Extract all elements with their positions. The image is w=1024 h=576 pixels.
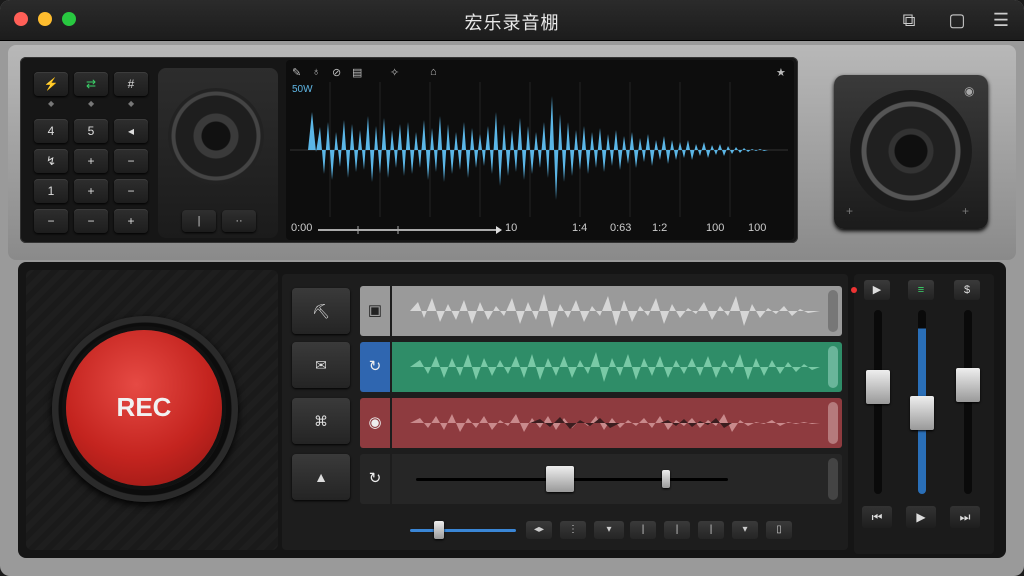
track-loop-button[interactable]: ↻ — [360, 454, 390, 504]
rewind-button[interactable]: ◂▸ — [526, 521, 552, 539]
indicator-icon: ◆ — [48, 99, 55, 108]
keypad-key[interactable]: + — [74, 149, 108, 173]
indicator-icon: ◆ — [88, 99, 95, 108]
timeline-tick-label: 1:4 — [572, 222, 588, 234]
track-scroll-handle[interactable] — [828, 402, 838, 444]
mixer-dollar-button[interactable]: $ — [954, 280, 980, 300]
track-waveform — [410, 352, 820, 382]
waveform-label: 50W — [292, 84, 313, 95]
window-title: 宏乐录音棚 — [464, 13, 560, 33]
track-waveform — [410, 414, 820, 432]
split-button[interactable]: ⋮ — [560, 521, 586, 539]
keypad-key[interactable]: 5 — [74, 119, 108, 143]
track-record-arm-button[interactable]: ◉ — [360, 398, 390, 448]
track-select-button[interactable]: ▣ — [360, 286, 390, 336]
timeline-tick-label: 0:00 — [291, 222, 313, 234]
track-instrument-button[interactable]: ⌘ — [292, 398, 350, 444]
record-button[interactable]: REC — [66, 330, 222, 486]
speaker-button-right[interactable]: ·· — [222, 210, 256, 232]
plus-icon: + — [962, 204, 970, 218]
zoom-slider[interactable] — [410, 529, 516, 532]
keypad-key[interactable]: 4 — [34, 119, 68, 143]
trim-button[interactable]: ▾ — [594, 521, 624, 539]
zoom-slider-handle[interactable] — [434, 521, 444, 539]
plus-icon: + — [846, 204, 854, 218]
wand-icon[interactable]: ✧ — [390, 66, 399, 79]
marker-button[interactable]: | — [664, 521, 690, 539]
chart-icon[interactable]: ▤ — [352, 66, 362, 79]
keypad-key[interactable]: − — [114, 149, 148, 173]
keypad-key[interactable]: 1 — [34, 179, 68, 203]
waveform-canvas[interactable] — [290, 82, 788, 217]
timeline-tick-label: 0:63 — [610, 222, 632, 234]
record-label: REC — [116, 392, 172, 422]
skip-back-button[interactable]: ⏮ — [862, 506, 892, 528]
speaker-icon — [168, 88, 264, 184]
crop-icon[interactable]: ⧉ — [898, 9, 920, 31]
keypad-key[interactable]: − — [74, 209, 108, 233]
track-waveform — [410, 294, 820, 328]
channel-fader-3[interactable] — [956, 368, 980, 402]
keypad-key[interactable]: ↯ — [34, 149, 68, 173]
loop-button[interactable]: ▯ — [766, 521, 792, 539]
pen-icon[interactable]: ✎ — [292, 66, 301, 79]
title-bar: 宏乐录音棚 ⧉ ▢ ☰ — [0, 0, 1024, 41]
track-instrument-button[interactable]: ▲ — [292, 454, 350, 500]
keypad-key[interactable]: ⇄ — [74, 72, 108, 96]
speaker-button-left[interactable]: | — [182, 210, 216, 232]
keypad-key[interactable]: − — [34, 209, 68, 233]
track-slider-handle[interactable] — [546, 466, 574, 492]
track-instrument-button[interactable]: ⛏ — [292, 288, 350, 334]
keypad-key[interactable]: + — [74, 179, 108, 203]
timeline-tick-label: 100 — [706, 222, 725, 234]
menu-icon[interactable]: ☰ — [990, 9, 1012, 31]
comment-icon[interactable]: ▢ — [946, 9, 968, 31]
keypad-key[interactable]: − — [114, 179, 148, 203]
track-scroll-handle[interactable] — [828, 346, 838, 388]
playhead-scrubber[interactable] — [318, 225, 502, 235]
slash-icon[interactable]: ⊘ — [332, 66, 341, 79]
marker-button[interactable]: | — [698, 521, 724, 539]
track-scroll-handle[interactable] — [828, 458, 838, 500]
mixer-play-button[interactable]: ▶ — [864, 280, 890, 300]
channel-fader-2[interactable] — [910, 396, 934, 430]
app-window: 宏乐录音棚 ⧉ ▢ ☰ ⚡ ⇄ # ◆ ◆ ◆ 4 5 ◂ ↯ + − 1 + … — [0, 0, 1024, 576]
track-lane[interactable] — [392, 398, 842, 448]
indicator-icon: ◆ — [128, 99, 135, 108]
timeline-tick-label: 10 — [505, 222, 518, 234]
mixer-eq-button[interactable]: ≡ — [908, 280, 934, 300]
channel-fader-1[interactable] — [866, 370, 890, 404]
marker-button[interactable]: | — [630, 521, 656, 539]
skip-forward-button[interactable]: ⏭ — [950, 506, 980, 528]
play-button[interactable]: ▶ — [906, 506, 936, 528]
speaker-icon — [850, 90, 972, 212]
timeline-tick-label: 1:2 — [652, 222, 668, 234]
screw-icon: ◉ — [964, 84, 975, 98]
keypad-key[interactable]: # — [114, 72, 148, 96]
keypad-key[interactable]: ⚡ — [34, 72, 68, 96]
track-instrument-button[interactable]: ✉ — [292, 342, 350, 388]
keypad-key[interactable]: + — [114, 209, 148, 233]
record-indicator — [851, 287, 857, 293]
keypad-key[interactable]: ◂ — [114, 119, 148, 143]
track-loop-button[interactable]: ↻ — [360, 342, 390, 392]
pin-icon[interactable]: ♁ — [312, 66, 320, 78]
track-lane[interactable] — [392, 342, 842, 392]
track-scroll-handle[interactable] — [828, 290, 838, 332]
home-icon[interactable]: ⌂ — [430, 66, 437, 78]
star-icon[interactable]: ★ — [776, 66, 786, 79]
track-slider-marker[interactable] — [662, 470, 670, 488]
fader-slot — [964, 310, 972, 494]
track-lane[interactable] — [392, 286, 842, 336]
timeline-tick-label: 100 — [748, 222, 767, 234]
marker-button[interactable]: ▾ — [732, 521, 758, 539]
